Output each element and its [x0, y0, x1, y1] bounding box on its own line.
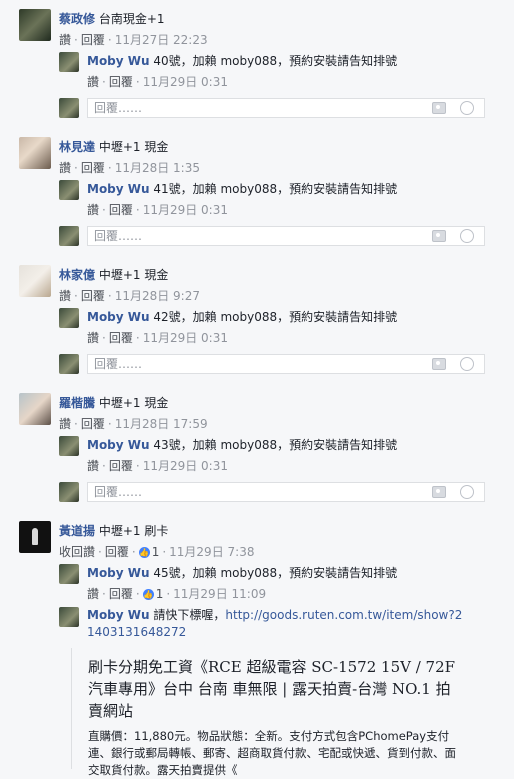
- comment-author[interactable]: Moby Wu: [87, 54, 150, 68]
- like-link[interactable]: 讚: [87, 331, 99, 345]
- like-link[interactable]: 讚: [59, 289, 71, 303]
- avatar[interactable]: [19, 521, 51, 553]
- comment-text: 台南現金+1: [98, 12, 165, 26]
- reply-placeholder: 回覆……: [94, 485, 143, 499]
- reply-input[interactable]: 回覆……: [87, 226, 485, 246]
- reply-link[interactable]: 回覆: [105, 545, 129, 559]
- comment-text: 40號，加賴 moby088，預約安裝請告知排號: [153, 54, 398, 68]
- comment-time[interactable]: 11月28日 9:27: [115, 289, 200, 303]
- comment-time[interactable]: 11月27日 22:23: [115, 33, 208, 47]
- reply-link[interactable]: 回覆: [81, 289, 105, 303]
- link-preview[interactable]: 刷卡分期免工資《RCE 超級電容 SC-1572 15V / 72F 汽車專用》…: [88, 656, 456, 779]
- avatar: [59, 482, 79, 502]
- unlike-link[interactable]: 收回讚: [59, 545, 95, 559]
- comment-time[interactable]: 11月28日 1:35: [115, 161, 200, 175]
- avatar[interactable]: [19, 265, 51, 297]
- comment-author[interactable]: Moby Wu: [87, 566, 150, 580]
- camera-icon[interactable]: [432, 230, 446, 242]
- reply-input[interactable]: 回覆……: [87, 354, 485, 374]
- reply-placeholder: 回覆……: [94, 101, 143, 115]
- comment-author[interactable]: 黃道揚: [59, 524, 95, 538]
- comment-text: 中壢+1 刷卡: [98, 524, 169, 538]
- like-count-icon: 👍: [138, 547, 150, 558]
- camera-icon[interactable]: [432, 358, 446, 370]
- comment-time[interactable]: 11月29日 0:31: [143, 75, 228, 89]
- comment-time[interactable]: 11月29日 7:38: [169, 545, 254, 559]
- camera-icon[interactable]: [432, 102, 446, 114]
- emoji-icon[interactable]: [460, 357, 474, 371]
- comment-author[interactable]: 羅楷騰: [59, 396, 95, 410]
- preview-title[interactable]: 刷卡分期免工資《RCE 超級電容 SC-1572 15V / 72F 汽車專用》…: [88, 656, 456, 722]
- reply-link[interactable]: 回覆: [109, 75, 133, 89]
- comment-text: 中壢+1 現金: [98, 140, 169, 154]
- avatar: [59, 226, 79, 246]
- reply-input[interactable]: 回覆……: [87, 98, 485, 118]
- reply-link[interactable]: 回覆: [109, 203, 133, 217]
- avatar[interactable]: [59, 436, 79, 456]
- link-preview-border: [71, 648, 72, 769]
- comment-author[interactable]: Moby Wu: [87, 310, 150, 324]
- avatar[interactable]: [59, 180, 79, 200]
- emoji-icon[interactable]: [460, 229, 474, 243]
- comment-author[interactable]: Moby Wu: [87, 438, 150, 452]
- reply-link[interactable]: 回覆: [109, 587, 133, 601]
- comment-author[interactable]: 蔡政修: [59, 12, 95, 26]
- avatar: [59, 354, 79, 374]
- comment-author[interactable]: Moby Wu: [87, 182, 150, 196]
- like-link[interactable]: 讚: [87, 203, 99, 217]
- comment-author[interactable]: 林家億: [59, 268, 95, 282]
- reply-placeholder: 回覆……: [94, 229, 143, 243]
- like-link[interactable]: 讚: [59, 33, 71, 47]
- reply-input[interactable]: 回覆……: [87, 482, 485, 502]
- reply-link[interactable]: 回覆: [109, 459, 133, 473]
- comment-time[interactable]: 11月29日 0:31: [143, 203, 228, 217]
- comment-author[interactable]: 林見達: [59, 140, 95, 154]
- reply-link[interactable]: 回覆: [81, 417, 105, 431]
- reply-link[interactable]: 回覆: [109, 331, 133, 345]
- avatar[interactable]: [19, 9, 51, 41]
- avatar-figure: [32, 528, 38, 545]
- avatar[interactable]: [59, 52, 79, 72]
- comment-time[interactable]: 11月29日 11:09: [173, 587, 266, 601]
- like-link[interactable]: 讚: [59, 417, 71, 431]
- reply-placeholder: 回覆……: [94, 357, 143, 371]
- like-count[interactable]: 1: [152, 545, 160, 559]
- reply-link[interactable]: 回覆: [81, 33, 105, 47]
- avatar[interactable]: [59, 564, 79, 584]
- comment-text: 42號，加賴 moby088，預約安裝請告知排號: [153, 310, 398, 324]
- comment-text: 中壢+1 現金: [98, 268, 169, 282]
- comment-time[interactable]: 11月28日 17:59: [115, 417, 208, 431]
- like-count-icon: 👍: [142, 589, 154, 600]
- reply-link[interactable]: 回覆: [81, 161, 105, 175]
- like-link[interactable]: 讚: [87, 459, 99, 473]
- avatar[interactable]: [59, 308, 79, 328]
- comment-text: 中壢+1 現金: [98, 396, 169, 410]
- like-link[interactable]: 讚: [87, 587, 99, 601]
- camera-icon[interactable]: [432, 486, 446, 498]
- avatar: [59, 98, 79, 118]
- comment-text: 43號，加賴 moby088，預約安裝請告知排號: [153, 438, 398, 452]
- emoji-icon[interactable]: [460, 485, 474, 499]
- comment-time[interactable]: 11月29日 0:31: [143, 331, 228, 345]
- comment-text: 41號，加賴 moby088，預約安裝請告知排號: [153, 182, 398, 196]
- comment-time[interactable]: 11月29日 0:31: [143, 459, 228, 473]
- avatar[interactable]: [59, 607, 79, 627]
- like-link[interactable]: 讚: [59, 161, 71, 175]
- preview-description: 直購價：11,880元。物品狀態：全新。支付方式包含PChomePay支付連、銀…: [88, 729, 456, 777]
- emoji-icon[interactable]: [460, 101, 474, 115]
- comment-text: 請快下標喔，: [153, 608, 226, 622]
- like-link[interactable]: 讚: [87, 75, 99, 89]
- comment-author[interactable]: Moby Wu: [87, 608, 150, 622]
- avatar[interactable]: [19, 393, 51, 425]
- comment-text: 45號，加賴 moby088，預約安裝請告知排號: [153, 566, 398, 580]
- like-count[interactable]: 1: [156, 587, 164, 601]
- avatar[interactable]: [19, 137, 51, 169]
